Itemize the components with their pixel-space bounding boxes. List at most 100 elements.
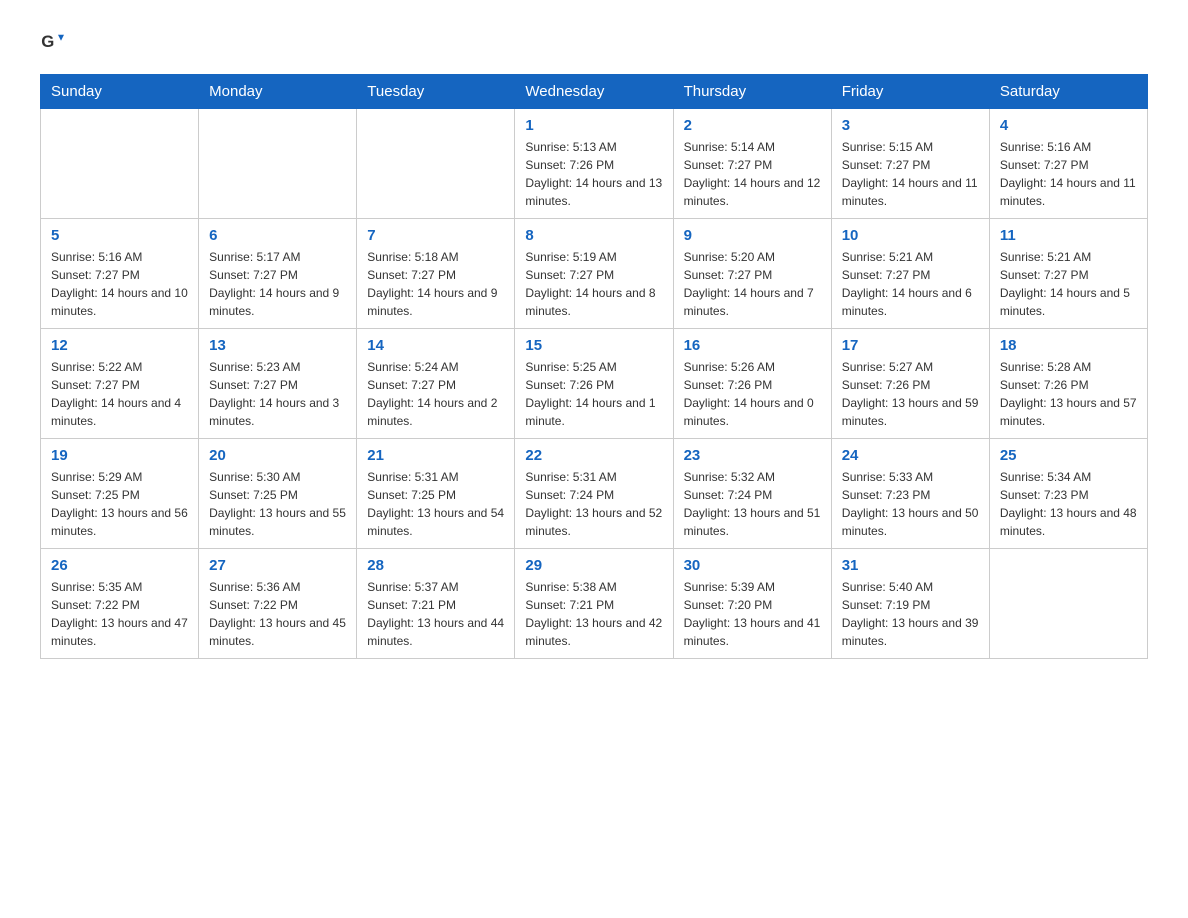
day-info: Sunrise: 5:17 AM Sunset: 7:27 PM Dayligh…: [209, 248, 346, 320]
day-info: Sunrise: 5:31 AM Sunset: 7:25 PM Dayligh…: [367, 468, 504, 540]
day-number: 12: [51, 337, 188, 354]
calendar-day-cell: 20 Sunrise: 5:30 AM Sunset: 7:25 PM Dayli…: [199, 439, 357, 549]
calendar-day-cell: 28Sunrise: 5:37 AM Sunset: 7:21 PM Dayli…: [357, 549, 515, 659]
day-of-week-header: Thursday: [673, 75, 831, 109]
calendar-day-cell: 3 Sunrise: 5:15 AM Sunset: 7:27 PM Daylig…: [831, 109, 989, 219]
day-number: 10: [842, 227, 979, 244]
day-number: 4: [1000, 117, 1137, 134]
calendar-table: SundayMondayTuesdayWednesdayThursdayFrid…: [40, 74, 1148, 659]
calendar-day-cell: [989, 549, 1147, 659]
day-number: 7: [367, 227, 504, 244]
calendar-day-cell: 30 Sunrise: 5:39 AM Sunset: 7:20 PM Dayli…: [673, 549, 831, 659]
calendar-week-row: 1Sunrise: 5:13 AM Sunset: 7:26 PM Daylig…: [41, 109, 1148, 219]
calendar-day-cell: 16 Sunrise: 5:26 AM Sunset: 7:26 PM Dayli…: [673, 329, 831, 439]
day-info: Sunrise: 5:34 AM Sunset: 7:23 PM Dayligh…: [1000, 468, 1137, 540]
calendar-day-cell: 27 Sunrise: 5:36 AM Sunset: 7:22 PM Dayli…: [199, 549, 357, 659]
calendar-day-cell: 10 Sunrise: 5:21 AM Sunset: 7:27 PM Dayli…: [831, 219, 989, 329]
day-info: Sunrise: 5:40 AM Sunset: 7:19 PM Dayligh…: [842, 578, 979, 650]
day-number: 18: [1000, 337, 1137, 354]
calendar-day-cell: 29 Sunrise: 5:38 AM Sunset: 7:21 PM Dayli…: [515, 549, 673, 659]
logo-icon: G: [40, 30, 64, 54]
calendar-day-cell: 2 Sunrise: 5:14 AM Sunset: 7:27 PM Daylig…: [673, 109, 831, 219]
calendar-week-row: 19Sunrise: 5:29 AM Sunset: 7:25 PM Dayli…: [41, 439, 1148, 549]
day-number: 3: [842, 117, 979, 134]
day-info: Sunrise: 5:25 AM Sunset: 7:26 PM Dayligh…: [525, 358, 662, 430]
day-of-week-header: Tuesday: [357, 75, 515, 109]
day-number: 6: [209, 227, 346, 244]
day-info: Sunrise: 5:21 AM Sunset: 7:27 PM Dayligh…: [1000, 248, 1137, 320]
calendar-day-cell: 5Sunrise: 5:16 AM Sunset: 7:27 PM Daylig…: [41, 219, 199, 329]
day-number: 17: [842, 337, 979, 354]
calendar-day-cell: 22 Sunrise: 5:31 AM Sunset: 7:24 PM Dayli…: [515, 439, 673, 549]
day-info: Sunrise: 5:26 AM Sunset: 7:26 PM Dayligh…: [684, 358, 821, 430]
day-number: 30: [684, 557, 821, 574]
day-info: Sunrise: 5:32 AM Sunset: 7:24 PM Dayligh…: [684, 468, 821, 540]
calendar-week-row: 5Sunrise: 5:16 AM Sunset: 7:27 PM Daylig…: [41, 219, 1148, 329]
calendar-day-cell: 12 Sunrise: 5:22 AM Sunset: 7:27 PM Dayli…: [41, 329, 199, 439]
day-info: Sunrise: 5:24 AM Sunset: 7:27 PM Dayligh…: [367, 358, 504, 430]
calendar-day-cell: 17 Sunrise: 5:27 AM Sunset: 7:26 PM Dayli…: [831, 329, 989, 439]
day-number: 13: [209, 337, 346, 354]
day-info: Sunrise: 5:16 AM Sunset: 7:27 PM Dayligh…: [1000, 138, 1137, 210]
calendar-day-cell: 15 Sunrise: 5:25 AM Sunset: 7:26 PM Dayli…: [515, 329, 673, 439]
calendar-day-cell: 18Sunrise: 5:28 AM Sunset: 7:26 PM Dayli…: [989, 329, 1147, 439]
calendar-day-cell: [357, 109, 515, 219]
calendar-day-cell: 4 Sunrise: 5:16 AM Sunset: 7:27 PM Daylig…: [989, 109, 1147, 219]
day-info: Sunrise: 5:23 AM Sunset: 7:27 PM Dayligh…: [209, 358, 346, 430]
day-info: Sunrise: 5:38 AM Sunset: 7:21 PM Dayligh…: [525, 578, 662, 650]
day-of-week-header: Wednesday: [515, 75, 673, 109]
calendar-day-cell: 26Sunrise: 5:35 AM Sunset: 7:22 PM Dayli…: [41, 549, 199, 659]
day-info: Sunrise: 5:15 AM Sunset: 7:27 PM Dayligh…: [842, 138, 979, 210]
calendar-day-cell: 24 Sunrise: 5:33 AM Sunset: 7:23 PM Dayli…: [831, 439, 989, 549]
day-of-week-header: Sunday: [41, 75, 199, 109]
day-info: Sunrise: 5:39 AM Sunset: 7:20 PM Dayligh…: [684, 578, 821, 650]
day-info: Sunrise: 5:21 AM Sunset: 7:27 PM Dayligh…: [842, 248, 979, 320]
day-number: 14: [367, 337, 504, 354]
day-of-week-header: Monday: [199, 75, 357, 109]
day-of-week-header: Saturday: [989, 75, 1147, 109]
day-info: Sunrise: 5:22 AM Sunset: 7:27 PM Dayligh…: [51, 358, 188, 430]
day-number: 22: [525, 447, 662, 464]
day-number: 9: [684, 227, 821, 244]
day-info: Sunrise: 5:20 AM Sunset: 7:27 PM Dayligh…: [684, 248, 821, 320]
day-number: 23: [684, 447, 821, 464]
day-number: 27: [209, 557, 346, 574]
day-info: Sunrise: 5:16 AM Sunset: 7:27 PM Dayligh…: [51, 248, 188, 320]
day-info: Sunrise: 5:27 AM Sunset: 7:26 PM Dayligh…: [842, 358, 979, 430]
day-number: 2: [684, 117, 821, 134]
calendar-day-cell: 25 Sunrise: 5:34 AM Sunset: 7:23 PM Dayli…: [989, 439, 1147, 549]
calendar-day-cell: 31 Sunrise: 5:40 AM Sunset: 7:19 PM Dayli…: [831, 549, 989, 659]
calendar-day-cell: 14 Sunrise: 5:24 AM Sunset: 7:27 PM Dayli…: [357, 329, 515, 439]
svg-text:G: G: [41, 32, 54, 51]
day-number: 21: [367, 447, 504, 464]
day-info: Sunrise: 5:36 AM Sunset: 7:22 PM Dayligh…: [209, 578, 346, 650]
calendar-day-cell: 11Sunrise: 5:21 AM Sunset: 7:27 PM Dayli…: [989, 219, 1147, 329]
day-number: 16: [684, 337, 821, 354]
day-info: Sunrise: 5:33 AM Sunset: 7:23 PM Dayligh…: [842, 468, 979, 540]
calendar-day-cell: 13 Sunrise: 5:23 AM Sunset: 7:27 PM Dayli…: [199, 329, 357, 439]
days-of-week-row: SundayMondayTuesdayWednesdayThursdayFrid…: [41, 75, 1148, 109]
day-info: Sunrise: 5:30 AM Sunset: 7:25 PM Dayligh…: [209, 468, 346, 540]
calendar-day-cell: 7Sunrise: 5:18 AM Sunset: 7:27 PM Daylig…: [357, 219, 515, 329]
calendar-day-cell: 8 Sunrise: 5:19 AM Sunset: 7:27 PM Daylig…: [515, 219, 673, 329]
day-of-week-header: Friday: [831, 75, 989, 109]
day-number: 28: [367, 557, 504, 574]
day-info: Sunrise: 5:14 AM Sunset: 7:27 PM Dayligh…: [684, 138, 821, 210]
day-number: 1: [525, 117, 662, 134]
day-number: 31: [842, 557, 979, 574]
day-number: 8: [525, 227, 662, 244]
calendar-header: SundayMondayTuesdayWednesdayThursdayFrid…: [41, 75, 1148, 109]
day-info: Sunrise: 5:19 AM Sunset: 7:27 PM Dayligh…: [525, 248, 662, 320]
calendar-day-cell: 6 Sunrise: 5:17 AM Sunset: 7:27 PM Daylig…: [199, 219, 357, 329]
day-number: 29: [525, 557, 662, 574]
calendar-day-cell: [199, 109, 357, 219]
day-number: 19: [51, 447, 188, 464]
day-info: Sunrise: 5:31 AM Sunset: 7:24 PM Dayligh…: [525, 468, 662, 540]
calendar-day-cell: 19Sunrise: 5:29 AM Sunset: 7:25 PM Dayli…: [41, 439, 199, 549]
calendar-day-cell: 1Sunrise: 5:13 AM Sunset: 7:26 PM Daylig…: [515, 109, 673, 219]
day-number: 25: [1000, 447, 1137, 464]
day-number: 15: [525, 337, 662, 354]
calendar-day-cell: 9 Sunrise: 5:20 AM Sunset: 7:27 PM Daylig…: [673, 219, 831, 329]
day-number: 20: [209, 447, 346, 464]
day-number: 24: [842, 447, 979, 464]
